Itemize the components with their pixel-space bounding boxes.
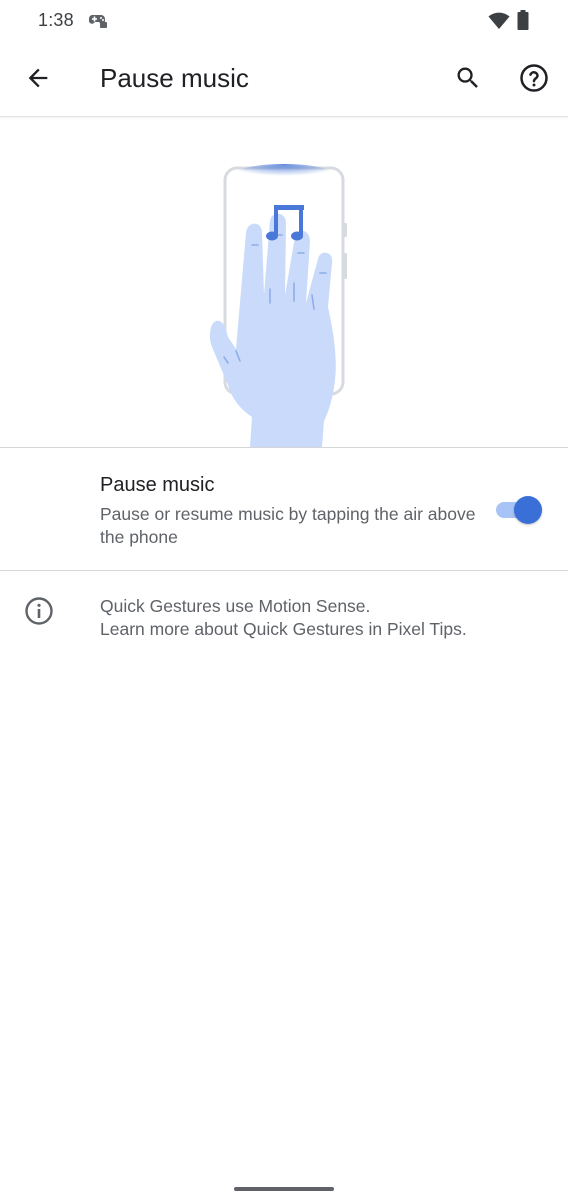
gesture-illustration	[0, 117, 568, 447]
info-line-motion-sense: Quick Gestures use Motion Sense.	[100, 596, 371, 616]
page-title: Pause music	[100, 63, 249, 93]
status-bar: 1:38	[0, 0, 568, 40]
divider	[0, 447, 568, 448]
app-bar: Pause music	[0, 40, 568, 117]
info-footer: Quick Gestures use Motion Sense. Learn m…	[0, 572, 568, 652]
info-text: Quick Gestures use Motion Sense. Learn m…	[100, 595, 467, 641]
search-icon	[457, 67, 478, 88]
game-controller-icon	[88, 15, 107, 28]
hand-over-phone-illustration	[209, 164, 347, 447]
pause-music-toggle[interactable]	[494, 495, 544, 525]
pause-music-setting-row[interactable]: Pause music Pause or resume music by tap…	[0, 449, 568, 570]
setting-summary: Pause or resume music by tapping the air…	[100, 504, 476, 547]
arrow-back-icon	[28, 68, 48, 88]
back-button[interactable]	[18, 58, 58, 98]
help-button[interactable]	[514, 58, 554, 98]
search-button[interactable]	[448, 58, 488, 98]
info-icon	[25, 597, 53, 625]
gesture-nav-handle[interactable]	[234, 1187, 334, 1191]
toggle-thumb	[514, 496, 542, 524]
setting-title: Pause music	[100, 474, 215, 496]
help-icon	[520, 64, 548, 92]
divider	[0, 570, 568, 571]
status-time: 1:38	[38, 10, 74, 30]
battery-icon	[517, 10, 529, 30]
pixel-tips-link[interactable]: Learn more about Quick Gestures in Pixel…	[100, 618, 467, 641]
wifi-icon	[488, 12, 510, 29]
